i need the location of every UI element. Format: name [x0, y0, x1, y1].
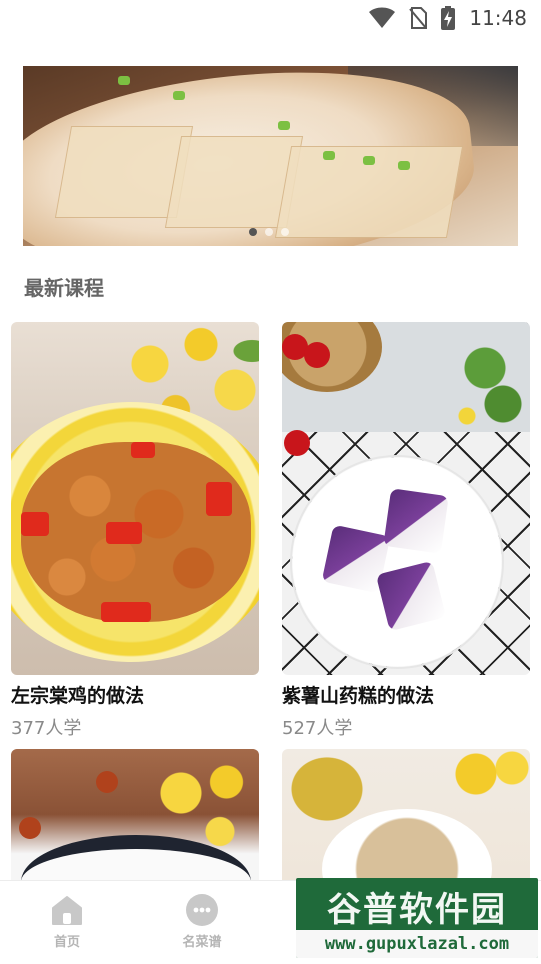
nav-item-home[interactable]: 首页	[27, 893, 107, 950]
photo-pepper	[21, 512, 49, 536]
photo-cake	[383, 488, 449, 554]
course-title[interactable]: 左宗棠鸡的做法	[11, 681, 259, 708]
home-icon	[52, 896, 82, 925]
battery-charging-icon	[441, 6, 456, 30]
nav-item-recipes[interactable]: 名菜谱	[162, 893, 242, 950]
photo-decoration	[440, 749, 530, 804]
course-card[interactable]: 紫薯山药糕的做法 527人学	[282, 322, 530, 740]
banner-dot[interactable]	[265, 228, 273, 236]
photo-leaf	[282, 749, 372, 829]
course-card[interactable]	[282, 749, 530, 880]
banner-garnish	[278, 121, 290, 130]
photo-acorn	[19, 817, 41, 839]
banner-garnish	[118, 76, 130, 85]
banner-garnish	[363, 156, 375, 165]
course-card[interactable]	[11, 749, 259, 880]
photo-decoration	[440, 332, 530, 452]
course-photo[interactable]	[11, 749, 259, 880]
photo-pepper	[106, 522, 142, 544]
course-title[interactable]: 紫薯山药糕的做法	[282, 681, 530, 708]
banner-garnish	[173, 91, 185, 100]
photo-acorn	[96, 771, 118, 793]
photo-pepper	[131, 442, 155, 458]
watermark-url: www.gupuxlazal.com	[296, 930, 538, 958]
photo-pepper	[206, 482, 232, 516]
photo-pepper	[101, 602, 151, 622]
watermark: 谷普软件园 www.gupuxlazal.com	[296, 878, 538, 958]
course-learner-count: 527人学	[282, 718, 353, 739]
clock: 11:48	[469, 6, 527, 30]
section-title: 最新课程	[24, 276, 104, 300]
photo-cherry	[304, 342, 330, 368]
course-photo[interactable]	[11, 322, 259, 675]
watermark-brand: 谷普软件园	[327, 890, 507, 930]
course-card[interactable]: 左宗棠鸡的做法 377人学	[11, 322, 259, 740]
banner-dot-active[interactable]	[249, 228, 257, 236]
course-learner-count: 377人学	[11, 718, 82, 739]
banner-carousel[interactable]	[23, 66, 518, 246]
course-photo[interactable]	[282, 322, 530, 675]
chat-icon	[186, 894, 218, 926]
banner-pagination	[249, 228, 289, 236]
banner-garnish	[323, 151, 335, 160]
banner-garnish	[398, 161, 410, 170]
banner-dot[interactable]	[281, 228, 289, 236]
no-sim-icon	[409, 7, 428, 29]
nav-item-label: 首页	[53, 935, 80, 950]
course-photo[interactable]	[282, 749, 530, 880]
photo-cherry	[284, 430, 310, 456]
status-bar: 11:48	[0, 0, 541, 36]
nav-item-label: 名菜谱	[182, 935, 222, 950]
wifi-icon	[369, 7, 396, 29]
